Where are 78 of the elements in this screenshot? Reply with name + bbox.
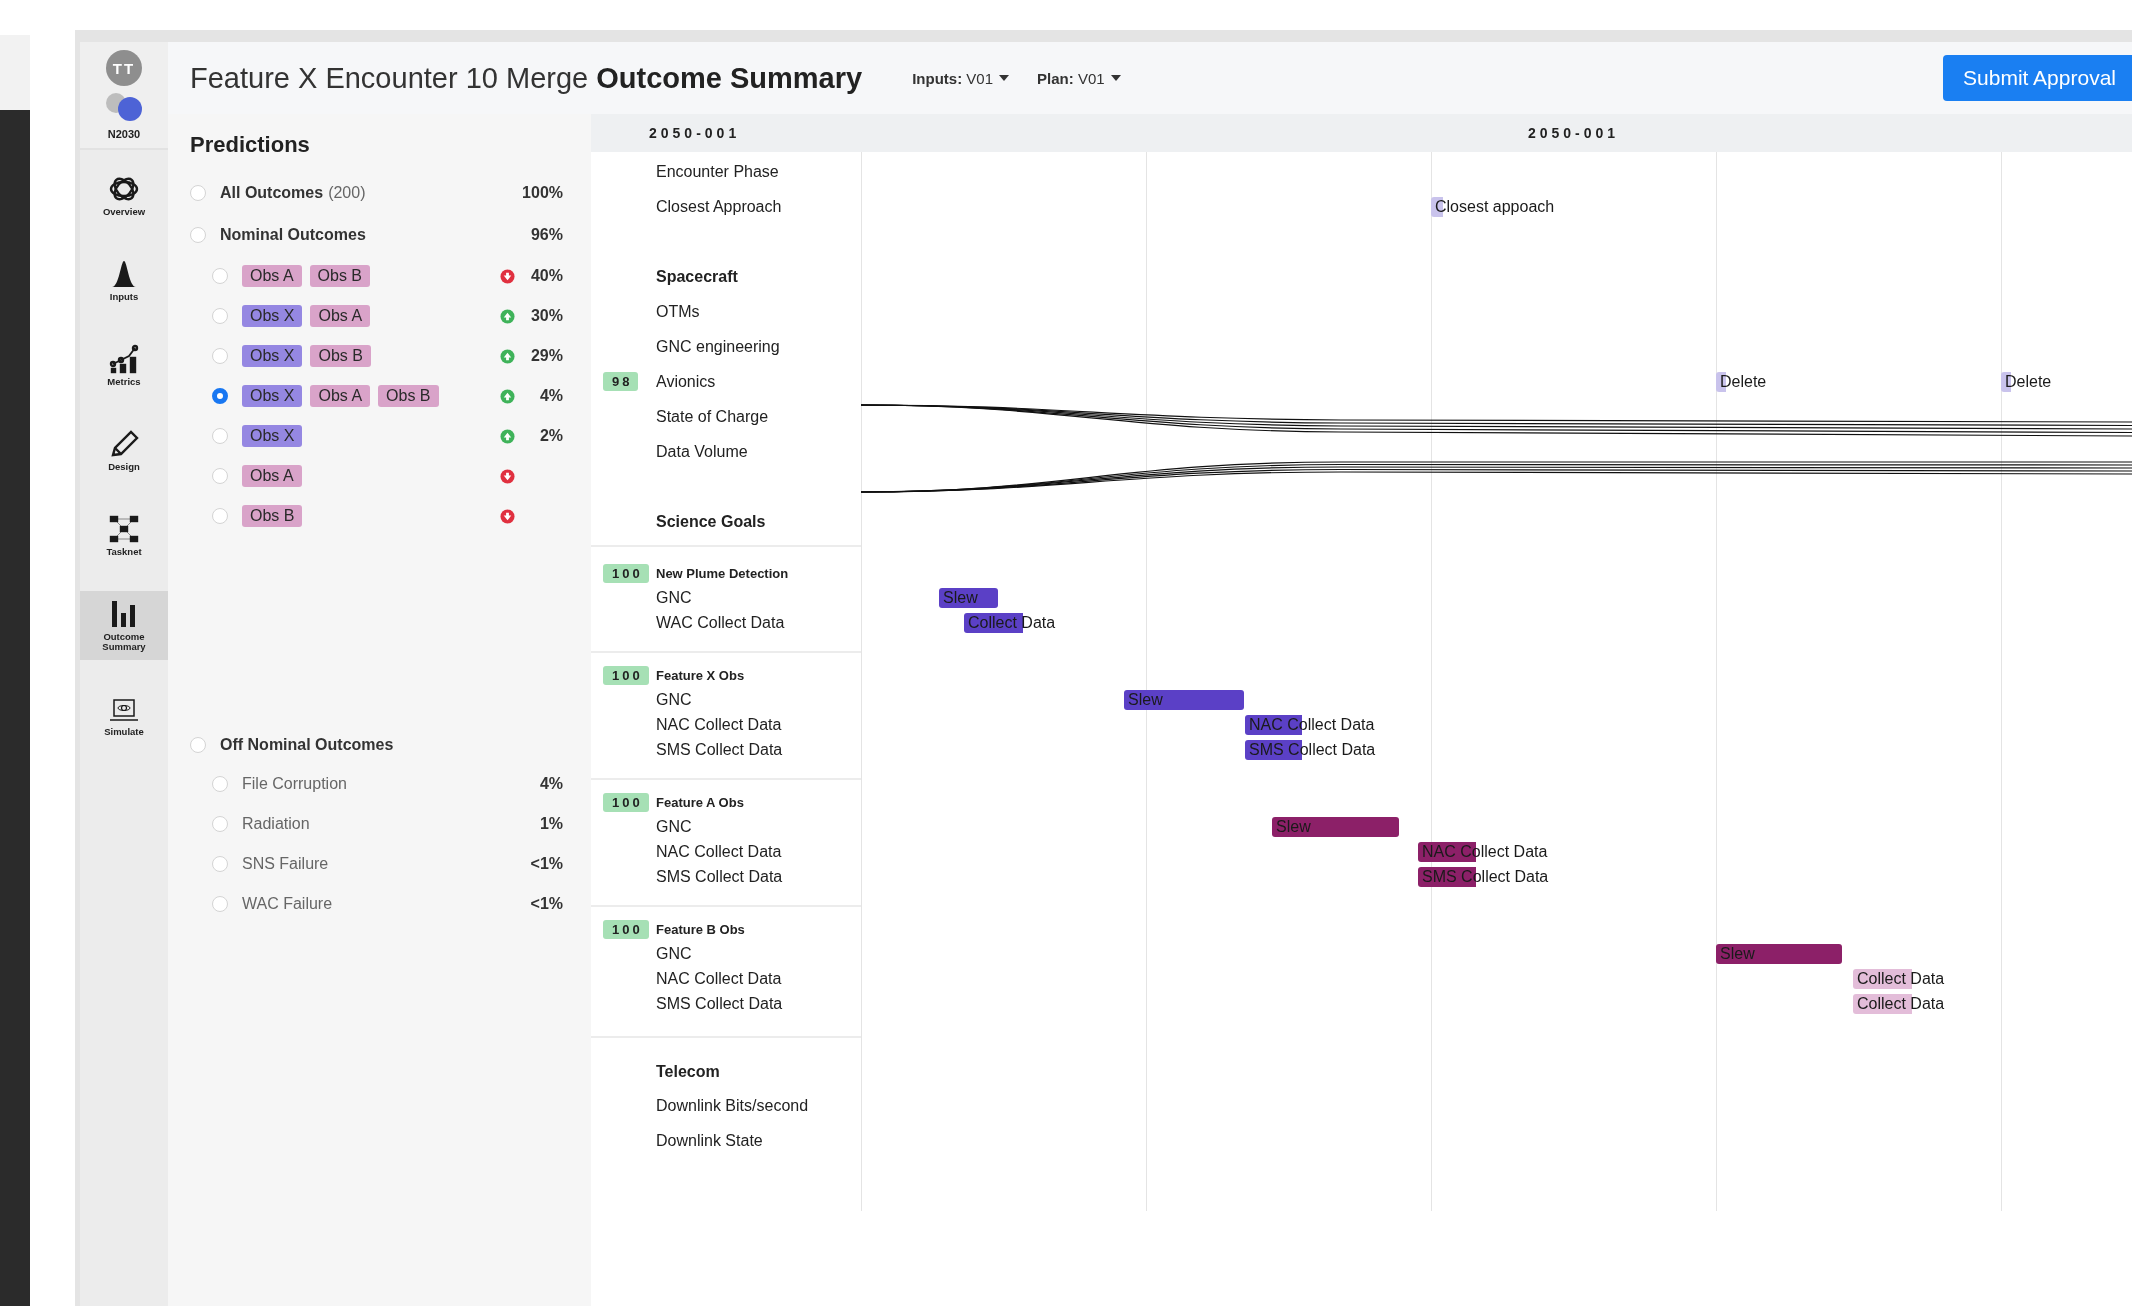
outcome-label: File Corruption — [242, 775, 347, 793]
outcome-label: Radiation — [242, 815, 310, 833]
row-label: GNC — [656, 944, 692, 963]
row-label: GNC — [656, 690, 692, 709]
nav-item[interactable]: Inputs — [80, 250, 168, 310]
row-label: Feature X Obs — [656, 668, 745, 683]
row-label: NAC Collect Data — [656, 969, 782, 988]
outcome-percent: 4% — [538, 387, 563, 405]
outcome-tag: Obs X — [242, 345, 303, 367]
outcome-label: WAC Failure — [242, 895, 333, 913]
outcome-label: Off Nominal Outcomes — [220, 736, 394, 754]
score-badge: 100 — [603, 564, 649, 583]
row-label: GNC engineering — [656, 337, 780, 356]
version-dropdown[interactable]: Inputs: V01 — [912, 69, 1010, 87]
outcome-tag: Obs B — [310, 345, 371, 367]
row-label: Science Goals — [656, 512, 766, 531]
panel-title: Predictions — [190, 132, 311, 158]
brand-label: N2030 — [107, 128, 141, 140]
nav-item[interactable]: Metrics — [80, 335, 168, 395]
outcome-tag: Obs A — [310, 305, 371, 327]
outcome-label: Nominal Outcomes — [220, 226, 366, 244]
outcome-percent: 4% — [538, 775, 563, 793]
score-badge: 100 — [603, 666, 649, 685]
row-label: Data Volume — [656, 442, 748, 461]
submit-approval-button[interactable]: Submit Approval — [1943, 55, 2132, 101]
outcome-percent: 100% — [521, 184, 563, 202]
row-label: WAC Collect Data — [656, 613, 785, 632]
outcome-count: (200) — [328, 184, 366, 202]
nav-item[interactable]: Outcome Summary — [80, 590, 168, 660]
outcome-percent: 40% — [529, 267, 563, 285]
row-label: Downlink Bits/second — [656, 1096, 809, 1115]
page-title: Feature X Encounter 10 Merge Outcome Summary — [190, 61, 863, 95]
date-label: 2050-001 — [1527, 125, 1620, 141]
outcome-tag: Obs X — [242, 305, 303, 327]
outcome-percent: 29% — [529, 347, 563, 365]
outcome-tag: Obs A — [242, 265, 302, 287]
outcome-percent: 96% — [529, 226, 563, 244]
nav-item[interactable]: Design — [80, 420, 168, 480]
row-label: SMS Collect Data — [656, 994, 783, 1013]
row-label: New Plume Detection — [656, 566, 789, 581]
row-label: NAC Collect Data — [656, 715, 782, 734]
score-badge: 100 — [603, 793, 649, 812]
row-label: GNC — [656, 817, 692, 836]
outcome-tag: Obs A — [242, 465, 302, 487]
outcome-percent: 30% — [529, 307, 563, 325]
outcome-percent: 2% — [538, 427, 563, 445]
row-label: Telecom — [656, 1062, 720, 1081]
outcome-tag: Obs B — [242, 505, 303, 527]
outcome-percent: <1% — [529, 895, 563, 913]
row-label: GNC — [656, 588, 692, 607]
row-label: SMS Collect Data — [656, 867, 783, 886]
row-label: SMS Collect Data — [656, 740, 783, 759]
outcome-tag: Obs B — [309, 265, 371, 287]
row-label: Spacecraft — [656, 267, 738, 286]
row-label: Closest Approach — [656, 197, 782, 216]
row-label: NAC Collect Data — [656, 842, 782, 861]
outcome-tag: Obs X — [242, 425, 303, 447]
outcome-percent: 1% — [538, 815, 563, 833]
nav-item[interactable]: Overview — [80, 166, 168, 225]
row-label: State of Charge — [656, 407, 769, 426]
nav-item[interactable]: Simulate — [80, 685, 168, 745]
date-label: 2050-001 — [648, 125, 741, 141]
outcome-tag: Obs B — [378, 385, 439, 407]
score-badge: 98 — [603, 372, 639, 391]
outcome-tag: Obs A — [310, 385, 371, 407]
row-label: Feature A Obs — [656, 795, 744, 810]
outcome-label: All Outcomes — [220, 184, 324, 202]
row-label: Feature B Obs — [656, 922, 745, 937]
row-label: Downlink State — [656, 1131, 763, 1150]
outcome-percent: <1% — [529, 855, 563, 873]
row-label: Avionics — [656, 372, 716, 391]
outcome-label: SNS Failure — [242, 855, 329, 873]
row-label: OTMs — [656, 302, 700, 321]
outcome-tag: Obs X — [242, 385, 303, 407]
nav-item[interactable]: Tasknet — [80, 505, 168, 565]
score-badge: 100 — [603, 920, 649, 939]
version-dropdown[interactable]: Plan: V01 — [1037, 69, 1121, 87]
row-label: Encounter Phase — [656, 162, 779, 181]
